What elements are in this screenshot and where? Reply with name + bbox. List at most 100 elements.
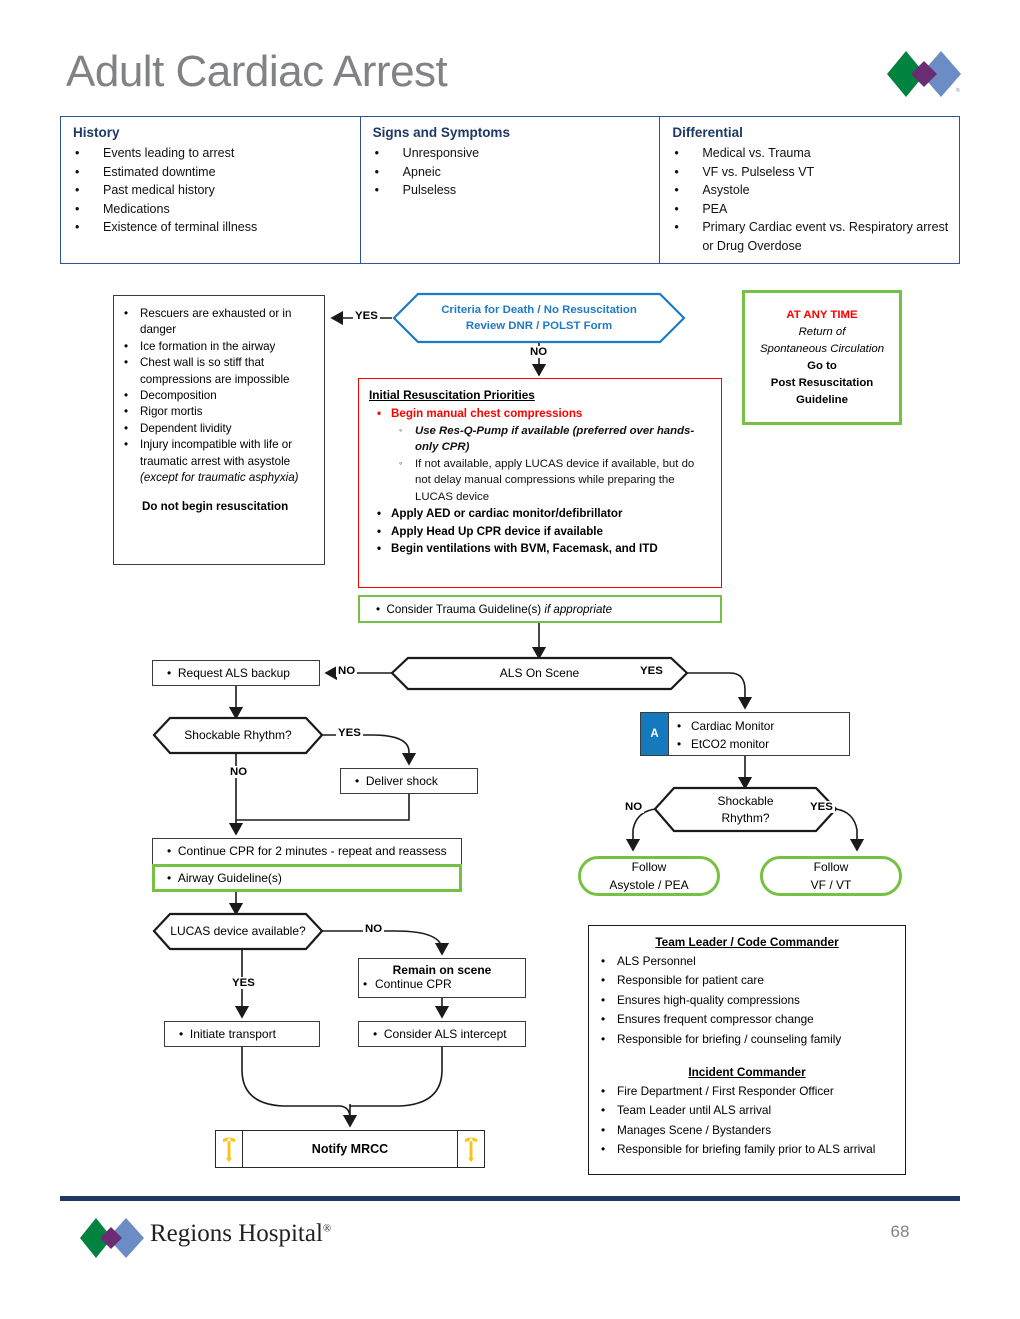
deliver-shock-text: Deliver shock	[365, 774, 438, 788]
consider-als-intercept-box: • Consider ALS intercept	[358, 1021, 526, 1047]
bullet-icon: •	[374, 164, 380, 179]
bullet-icon: •	[373, 1027, 384, 1041]
trademark-symbol: ®	[322, 1222, 332, 1235]
list-item: • Apneic	[361, 163, 660, 182]
notify-mrcc-text: Notify MRCC	[311, 1142, 389, 1156]
death-criteria-box: • Rescuers are exhausted or in danger • Ic…	[113, 295, 325, 565]
list-item: • Dependent lividity	[122, 421, 316, 437]
bullet-icon: •	[674, 201, 679, 216]
list-item: • VF vs. Pulseless VT	[660, 163, 959, 182]
incident-commander-list: • Fire Department / First Responder Offic…	[589, 1082, 905, 1160]
initial-resuscitation-priorities-box: Initial Resuscitation Priorities • Begin…	[358, 378, 722, 588]
bullet-icon: •	[124, 339, 129, 353]
bullet-icon: •	[677, 719, 682, 733]
list-item: • Pulseless	[361, 181, 660, 200]
initiate-transport-box: • Initiate transport	[164, 1021, 320, 1047]
list-item: • Responsible for briefing family prior t…	[589, 1140, 905, 1159]
at-any-time-bold-3: Guideline	[796, 393, 848, 406]
trauma-bullet-row: • Consider Trauma Guideline(s) if approp…	[360, 603, 612, 616]
bullet-icon: •	[601, 1084, 606, 1099]
list-item: • Chest wall is so stiff that compression…	[124, 356, 290, 386]
bullet-icon: •	[355, 774, 366, 788]
follow-vf-vt-box[interactable]: Follow VF / VT	[760, 856, 902, 896]
list-item: • Existence of terminal illness	[61, 218, 360, 237]
label-lucas-no: NO	[363, 923, 385, 935]
list-item-sub: ◦ If not available, apply LUCAS device i…	[391, 456, 711, 506]
at-any-time-heading: AT ANY TIME	[786, 308, 858, 321]
consider-intercept-text: Consider ALS intercept	[383, 1027, 507, 1041]
list-item-primary: • Begin manual chest compressions ◦ Use …	[369, 406, 711, 505]
list-item-sub: ◦ Use Res-Q-Pump if available (preferred…	[391, 423, 711, 456]
list-item: • Apply AED or cardiac monitor/defibrilla…	[369, 506, 711, 523]
header-column-differential: Differential • Medical vs. Trauma • VF vs.…	[660, 117, 959, 263]
page-number: 68	[890, 1222, 910, 1241]
team-leader-title: Team Leader / Code Commander	[655, 935, 839, 949]
consider-trauma-guideline-box[interactable]: • Consider Trauma Guideline(s) if approp…	[358, 595, 722, 623]
lucas-label-wrap[interactable]: LUCAS device available?	[154, 914, 322, 949]
remain-on-scene-box: Remain on scene • Continue CPR	[358, 958, 526, 998]
bullet-icon: •	[124, 405, 129, 419]
bullet-icon: •	[377, 507, 382, 520]
list-item: • Injury incompatible with life or trauma…	[124, 438, 299, 485]
resuscitation-sublist: ◦ Use Res-Q-Pump if available (preferred…	[391, 423, 711, 506]
team-leader-panel: Team Leader / Code Commander • ALS Person…	[588, 925, 906, 1175]
criteria-death-label-wrap[interactable]: Criteria for Death / No Resuscitation Re…	[394, 294, 684, 342]
list-item: • Begin ventilations with BVM, Facemask, …	[369, 541, 711, 558]
bullet-icon: •	[124, 421, 129, 435]
caduceus-icon	[216, 1131, 243, 1167]
header-signs-title: Signs and Symptoms	[372, 125, 510, 140]
list-item: • Ice formation in the airway	[122, 339, 316, 355]
header-column-signs: Signs and Symptoms • Unresponsive • Apneic…	[361, 117, 661, 263]
list-item: • Apply Head Up CPR device if available	[369, 524, 711, 541]
list-item: • Ensures high-quality compressions	[589, 991, 905, 1010]
follow-vfvt-line1: Follow	[813, 860, 849, 874]
lucas-label: LUCAS device available?	[170, 924, 306, 938]
list-item: • Past medical history	[61, 181, 360, 200]
label-criteria-yes: YES	[353, 310, 380, 322]
panel-spacer	[589, 1049, 905, 1065]
team-leader-list: • ALS Personnel • Responsible for patient …	[589, 952, 905, 1049]
list-item: • Cardiac Monitor	[677, 719, 775, 733]
death-criteria-list: • Rescuers are exhausted or in danger • Ic…	[122, 306, 316, 486]
at-any-time-box: AT ANY TIME Return of Spontaneous Circul…	[742, 290, 902, 425]
shockable-left-label-wrap[interactable]: Shockable Rhythm?	[154, 718, 322, 753]
label-als-yes: YES	[638, 665, 665, 677]
bullet-icon: •	[124, 307, 129, 320]
circle-bullet-icon: ◦	[399, 457, 403, 468]
label-shockable-left-yes: YES	[336, 727, 363, 739]
footer-brand-name: Regions Hospital®	[150, 1220, 332, 1247]
bullet-icon: •	[377, 542, 382, 555]
label-shockable-left-no: NO	[228, 766, 250, 778]
list-item: • Team Leader until ALS arrival	[589, 1101, 905, 1120]
label-shockable-right-no: NO	[623, 801, 645, 813]
list-item: • Rigor mortis	[122, 404, 316, 420]
label-shockable-right-yes: YES	[808, 801, 835, 813]
list-item: • Medical vs. Trauma	[660, 144, 959, 163]
list-item: • Estimated downtime	[61, 163, 360, 182]
list-item: • Ensures frequent compressor change	[589, 1010, 905, 1029]
initiate-transport-text: Initiate transport	[189, 1027, 276, 1041]
bullet-icon: •	[601, 1103, 606, 1118]
bullet-icon: •	[601, 1122, 606, 1137]
page-title: Adult Cardiac Arrest	[66, 47, 448, 96]
bullet-icon: •	[601, 954, 606, 968]
list-item: • Responsible for briefing / counseling f…	[589, 1030, 905, 1049]
bullet-icon: •	[75, 183, 80, 197]
request-als-backup-box: • Request ALS backup	[152, 660, 320, 686]
header-differential-title: Differential	[672, 125, 743, 140]
airway-guideline-box[interactable]: • Airway Guideline(s)	[152, 864, 462, 892]
svg-text:®: ®	[956, 87, 960, 94]
list-item: • ALS Personnel	[589, 952, 905, 971]
bullet-icon: •	[167, 844, 178, 858]
at-any-time-italic-1: Return of	[798, 325, 846, 338]
bullet-icon: •	[601, 1031, 606, 1046]
bullet-icon: •	[75, 201, 80, 216]
bullet-icon: •	[601, 1012, 606, 1027]
bullet-icon: •	[124, 389, 129, 403]
follow-asystole-pea-box[interactable]: Follow Asystole / PEA	[578, 856, 720, 896]
list-item: • Fire Department / First Responder Offic…	[589, 1082, 905, 1101]
bullet-icon: •	[376, 602, 387, 616]
at-any-time-italic-2: Spontaneous Circulation	[759, 342, 885, 355]
list-item: • Events leading to arrest	[61, 144, 360, 163]
list-item: • Asystole	[660, 181, 959, 200]
